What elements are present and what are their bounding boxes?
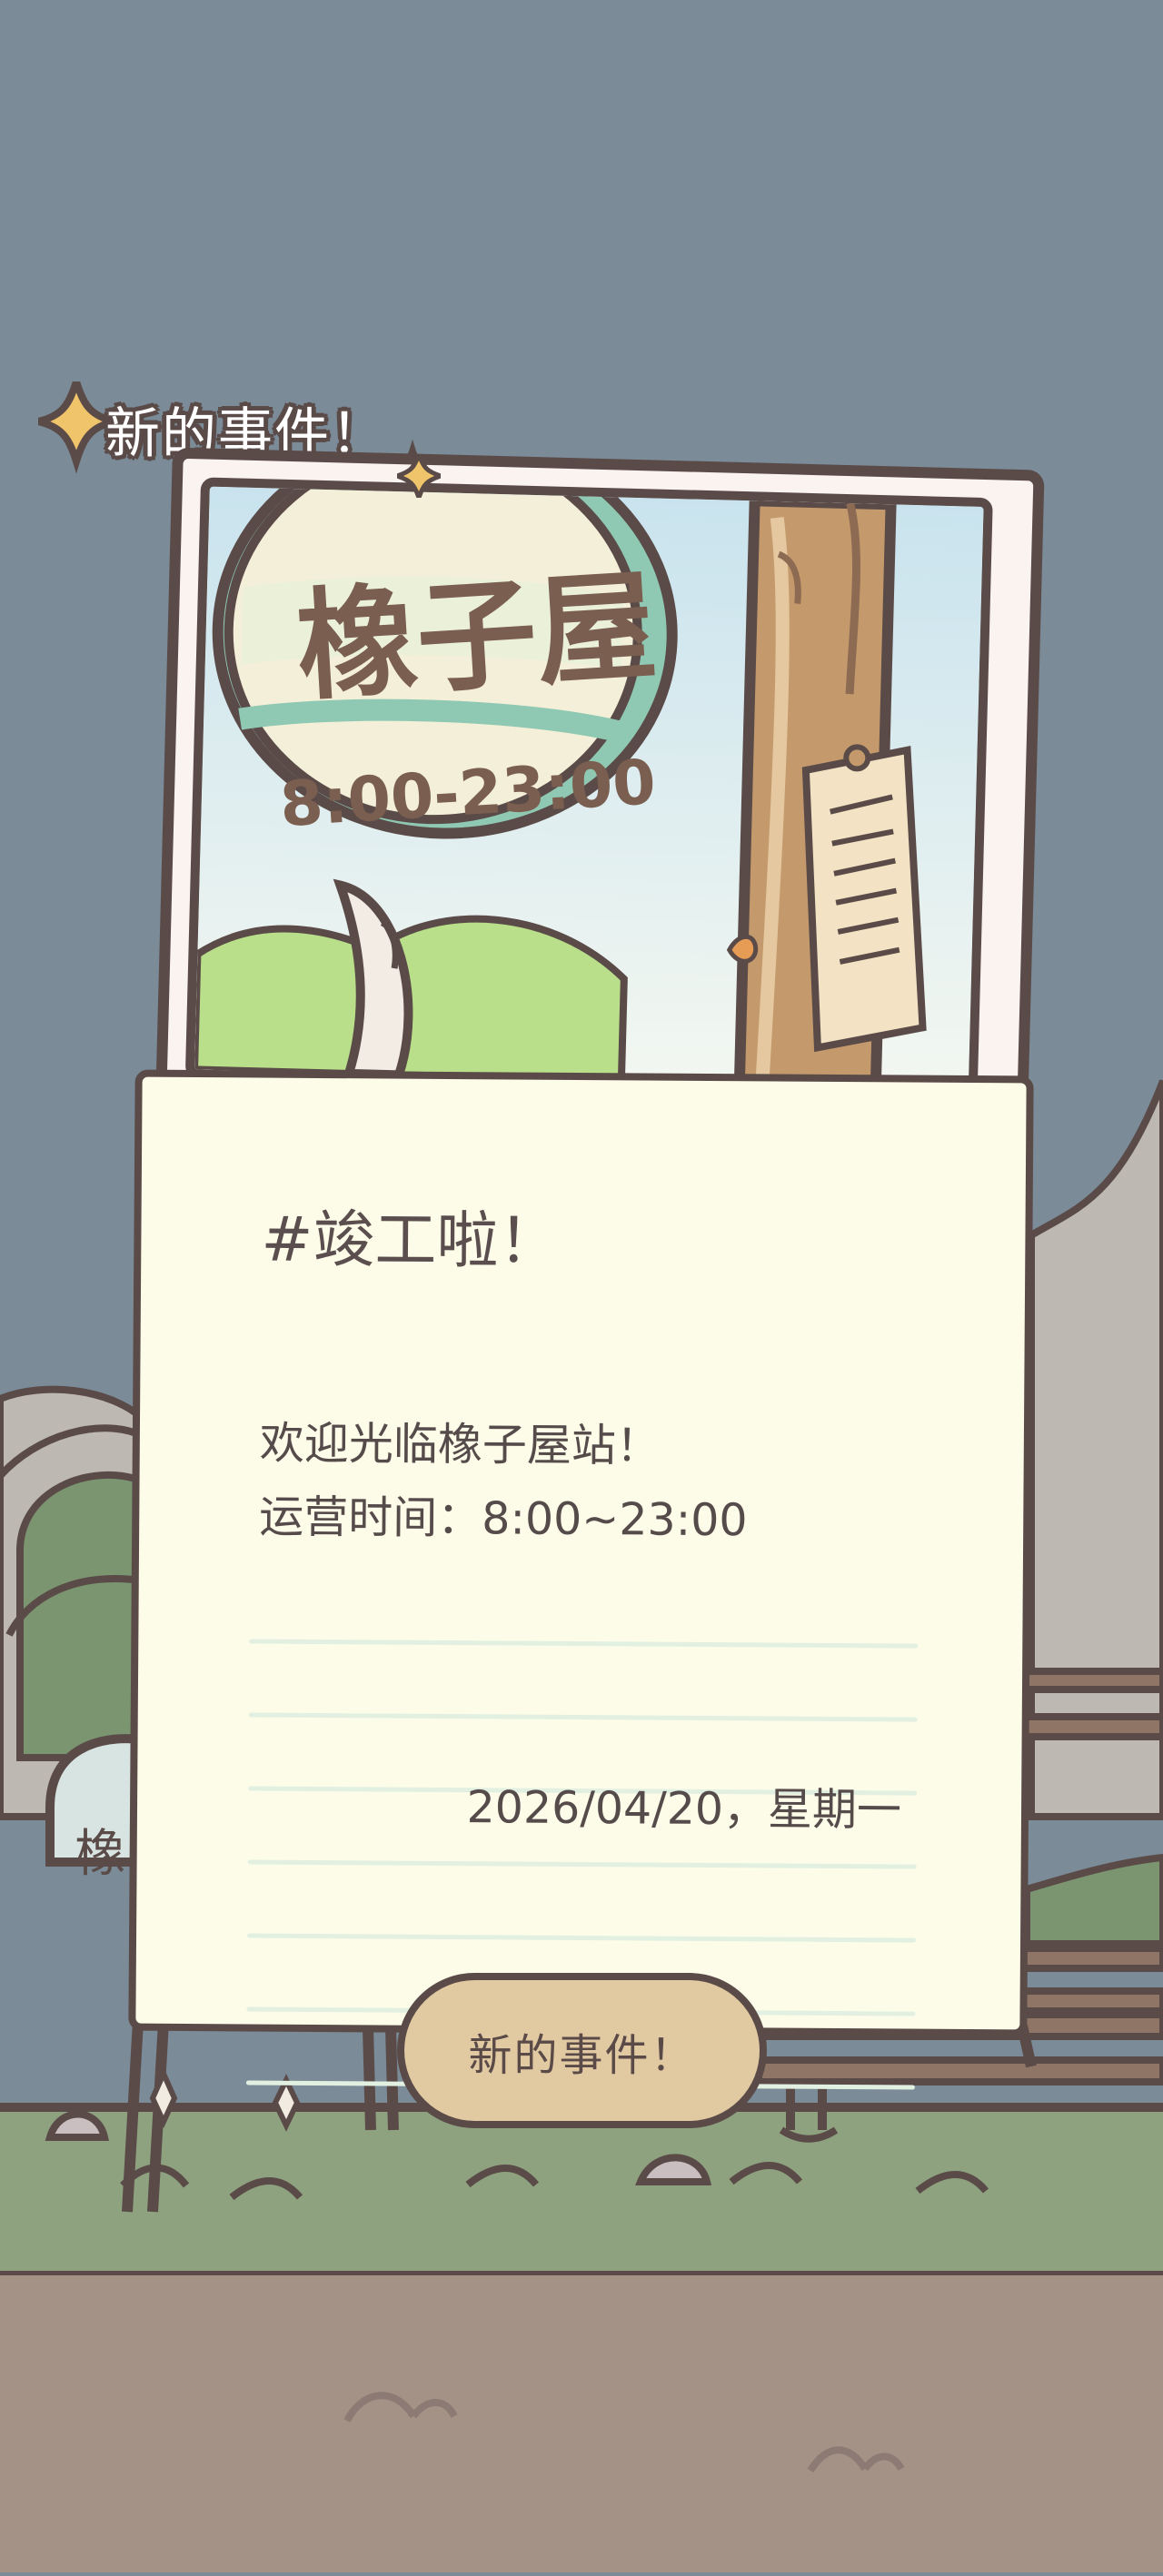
station-photo: 橡子屋 8:00-23:00: [184, 477, 993, 1099]
ruled-line: [249, 1639, 919, 1649]
operating-hours-line: 运营时间：8:00~23:00: [259, 1491, 748, 1547]
event-title: #竣工啦！: [261, 1204, 561, 1278]
event-note-card: #竣工啦！ 欢迎光临橡子屋站！ 运营时间：8:00~23:00 2026/04/…: [128, 1069, 1034, 2090]
sparkle-icon: [397, 454, 441, 498]
new-event-button[interactable]: 新的事件！: [397, 1973, 767, 2128]
ruled-line: [247, 1859, 917, 1869]
station-photo-card: 橡子屋 8:00-23:00: [154, 447, 1045, 1152]
ruled-line: [248, 1712, 918, 1722]
svg-text:橡: 橡: [75, 1825, 125, 1884]
station-sign-title: 橡子屋: [293, 556, 661, 718]
ruled-lines: [245, 1266, 920, 2090]
ruled-line: [247, 1933, 917, 1943]
sparkle-icon: [38, 381, 115, 474]
event-date: 2026/04/20，星期一: [466, 1781, 902, 1837]
game-scene: 橡 新的事件！ 橡子屋 8:00-23:00 #竣工啦！ 欢迎光临橡子屋站！ 运…: [0, 0, 1163, 2572]
welcome-line: 欢迎光临橡子屋站！: [259, 1417, 661, 1472]
